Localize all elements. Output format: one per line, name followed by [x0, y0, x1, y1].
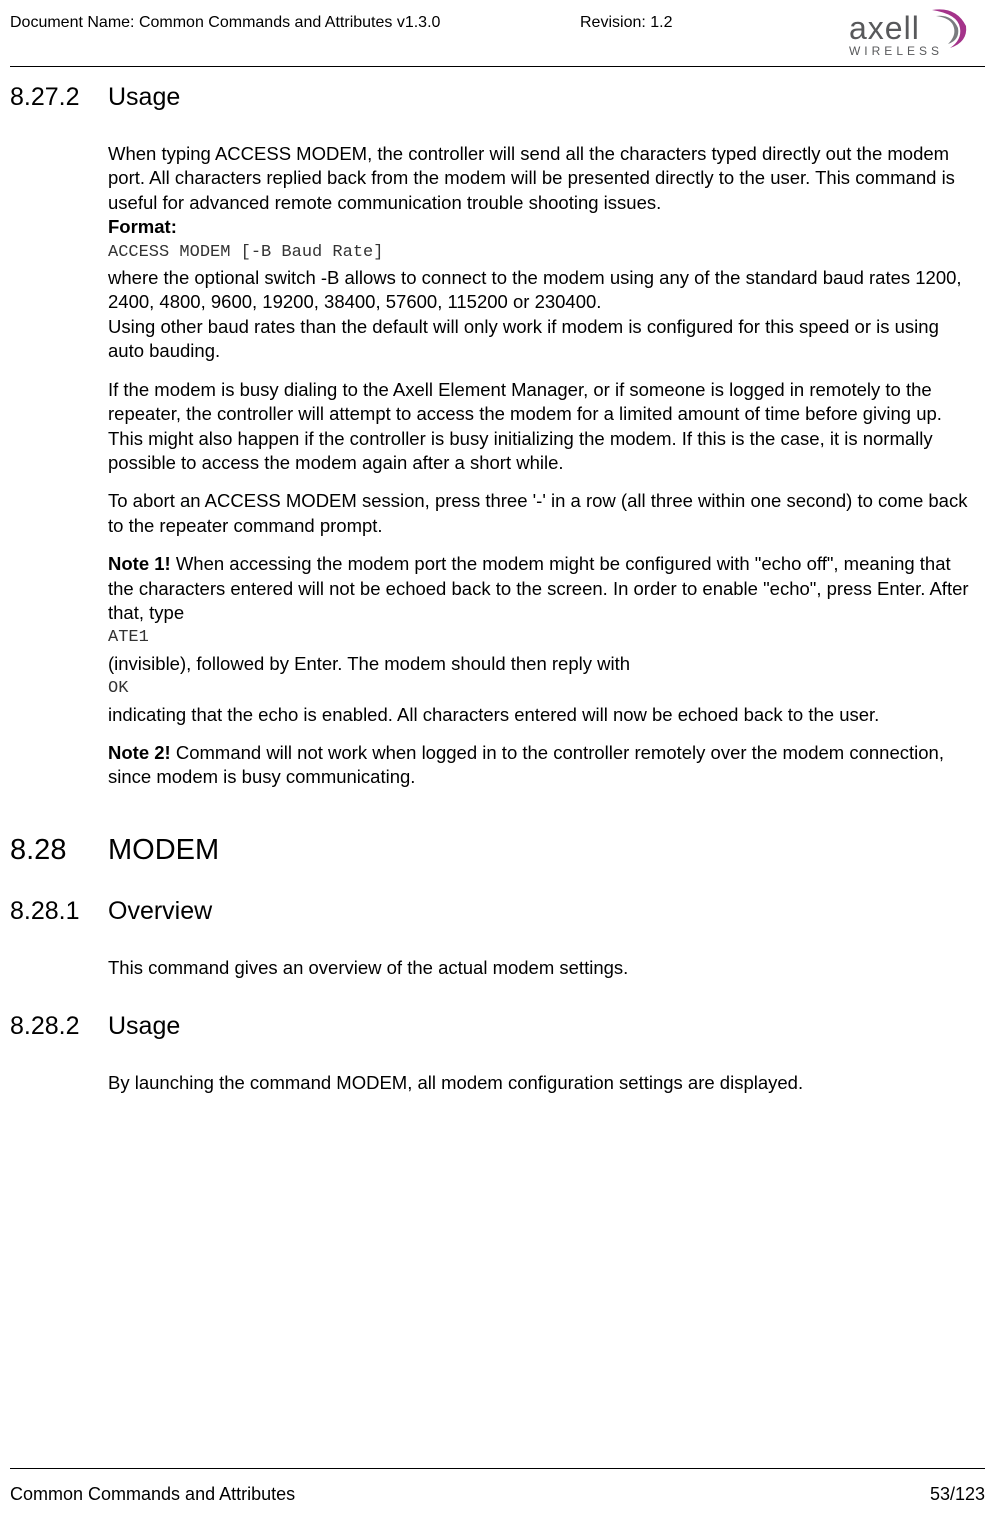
section-number: 8.28.2	[10, 1012, 108, 1041]
note-1-label: Note 1!	[108, 553, 171, 574]
note-2-text: Command will not work when logged in to …	[108, 742, 944, 787]
section-body-8-28-1: This command gives an overview of the ac…	[108, 956, 975, 980]
note-2: Note 2! Command will not work when logge…	[108, 741, 975, 790]
paragraph: where the optional switch -B allows to c…	[108, 266, 975, 315]
header-rule	[10, 66, 985, 67]
section-number: 8.28	[10, 834, 108, 867]
paragraph: When typing ACCESS MODEM, the controller…	[108, 142, 975, 215]
paragraph: indicating that the echo is enabled. All…	[108, 703, 975, 727]
doc-name: Document Name: Common Commands and Attri…	[10, 10, 440, 32]
paragraph: To abort an ACCESS MODEM session, press …	[108, 489, 975, 538]
section-title: Usage	[108, 83, 180, 112]
format-label: Format:	[108, 215, 975, 239]
logo-text: axell	[849, 10, 920, 47]
section-number: 8.28.1	[10, 897, 108, 926]
paragraph: If the modem is busy dialing to the Axel…	[108, 378, 975, 476]
paragraph: (invisible), followed by Enter. The mode…	[108, 652, 975, 676]
section-body-8-28-2: By launching the command MODEM, all mode…	[108, 1071, 975, 1095]
logo-swirl-icon	[926, 6, 970, 50]
paragraph: This command gives an overview of the ac…	[108, 956, 975, 980]
code-line: OK	[108, 678, 975, 700]
section-heading-8-28: 8.28 MODEM	[10, 834, 985, 867]
note-1-text: When accessing the modem port the modem …	[108, 553, 969, 623]
section-title: Overview	[108, 897, 212, 926]
revision-label: Revision: 1.2	[580, 14, 673, 32]
section-heading-8-27-2: 8.27.2 Usage	[10, 83, 985, 112]
note-1: Note 1! When accessing the modem port th…	[108, 552, 975, 625]
paragraph: Using other baud rates than the default …	[108, 315, 975, 364]
page-number: 53/123	[930, 1484, 985, 1505]
code-line: ATE1	[108, 627, 975, 649]
section-title: MODEM	[108, 834, 219, 867]
footer-title: Common Commands and Attributes	[10, 1484, 295, 1505]
paragraph: By launching the command MODEM, all mode…	[108, 1071, 975, 1095]
section-heading-8-28-1: 8.28.1 Overview	[10, 897, 985, 926]
section-title: Usage	[108, 1012, 180, 1041]
section-number: 8.27.2	[10, 83, 108, 112]
page-header: Document Name: Common Commands and Attri…	[10, 10, 985, 66]
section-heading-8-28-2: 8.28.2 Usage	[10, 1012, 985, 1041]
code-line: ACCESS MODEM [-B Baud Rate]	[108, 242, 975, 264]
page-footer: Common Commands and Attributes 53/123	[10, 1484, 985, 1505]
footer-rule	[10, 1468, 985, 1469]
note-2-label: Note 2!	[108, 742, 171, 763]
brand-logo: axell WIRELESS	[849, 6, 985, 58]
page-content: 8.27.2 Usage When typing ACCESS MODEM, t…	[10, 83, 985, 1096]
section-body-8-27-2: When typing ACCESS MODEM, the controller…	[108, 142, 975, 790]
